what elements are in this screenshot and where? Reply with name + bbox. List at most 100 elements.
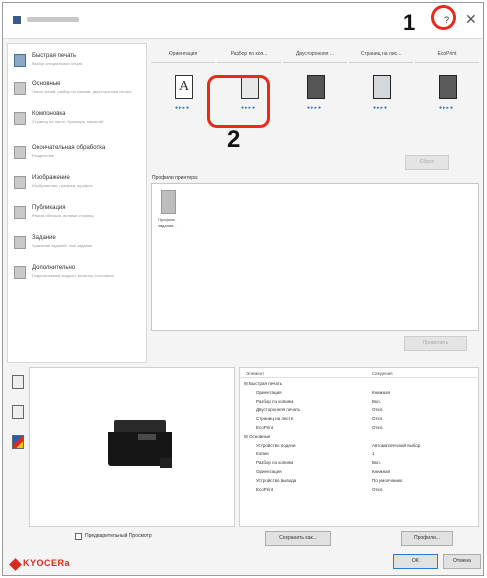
sidebar-item-label: Быстрая печать — [32, 53, 77, 59]
details-row[interactable]: EcoPrint Откл. — [240, 486, 478, 495]
reset-button[interactable]: Сброс — [405, 155, 449, 170]
finishing-icon — [14, 146, 26, 159]
duplex-tile[interactable]: ●▸▸● — [283, 69, 347, 115]
details-row-name: Устройство подачи — [256, 442, 296, 448]
details-row[interactable]: Ориентация Книжная — [240, 468, 478, 477]
printer-app-icon — [13, 16, 21, 24]
sidebar-item-finishing[interactable]: Окончательная обработка Разделение — [8, 140, 146, 172]
sidebar-item-label: Основные — [32, 81, 61, 87]
save-as-button[interactable]: Сохранить как... — [265, 531, 331, 546]
option-dots: ●▸▸● — [307, 105, 323, 111]
details-row[interactable]: Устройство подачи Автоматический выбор — [240, 442, 478, 451]
details-row[interactable]: Двусторонняя печать Откл. — [240, 406, 478, 415]
imaging-icon — [14, 176, 26, 189]
preview-toolbar — [9, 369, 27, 519]
apply-button[interactable]: Применить — [404, 336, 467, 351]
orientation-tile[interactable]: A ●▸▸● — [151, 69, 215, 115]
tab-ecoprint[interactable]: EcoPrint — [415, 51, 479, 63]
pages-per-sheet-tile[interactable]: ●▸▸● — [349, 69, 413, 115]
page-view-icon[interactable] — [12, 405, 24, 419]
sidebar-item-job[interactable]: Задание Хранение заданий, имя задания — [8, 230, 146, 262]
details-row-value: Откл. — [372, 486, 384, 492]
settings-details-table[interactable]: Элемент Сведения ⊟ Быстрая печать Ориента… — [239, 367, 479, 527]
sidebar-item-advanced[interactable]: Дополнительно Подключаемые модули, монит… — [8, 260, 146, 292]
sidebar-item-description: Число копий, разбор по копиям, двусторон… — [32, 89, 132, 94]
column-item: Элемент — [246, 371, 265, 376]
sidebar-item-imaging[interactable]: Изображение Изображение, графика, шрифты — [8, 170, 146, 202]
preview-checkbox[interactable] — [75, 533, 82, 540]
sidebar-item-layout[interactable]: Компоновка Страниц на листе, брошюра, ма… — [8, 106, 146, 138]
details-row[interactable]: Страниц на листе Откл. — [240, 415, 478, 424]
sidebar-item-description: Выбор специальных опций — [32, 61, 83, 66]
pages-per-sheet-icon — [373, 75, 391, 99]
column-info: Сведения — [372, 371, 393, 376]
sidebar-item-label: Изображение — [32, 175, 70, 181]
ok-button[interactable]: OK — [393, 554, 438, 569]
printer-preview — [29, 367, 235, 527]
details-row[interactable]: Устройство вывода По умолчанию — [240, 477, 478, 486]
ecoprint-tile[interactable]: ●▸▸● — [415, 69, 479, 115]
advanced-icon — [14, 266, 26, 279]
printer-profiles-list[interactable]: Профиль задания... — [151, 183, 479, 331]
profile-icon — [161, 190, 176, 214]
details-row-name: Страниц на листе — [256, 416, 294, 422]
tab-orientation[interactable]: Ориентация — [151, 51, 215, 63]
sidebar-item-label: Компоновка — [32, 111, 66, 117]
sidebar-item-label: Публикация — [32, 205, 66, 211]
sidebar-item-description: Изображение, графика, шрифты — [32, 183, 93, 188]
details-row-name: Копии — [256, 451, 269, 457]
color-view-icon[interactable] — [12, 435, 24, 449]
kyocera-logo: KYOCERa — [23, 558, 71, 568]
printer-image — [108, 420, 172, 470]
details-row-value: Автоматический выбор — [372, 442, 421, 448]
details-row-name: Разбор по копиям — [256, 398, 294, 404]
details-row-name: Устройство вывода — [256, 477, 297, 483]
details-row-name: ⊟ Основные — [244, 433, 271, 439]
sidebar: Быстрая печать Выбор специальных опций О… — [7, 43, 147, 363]
quick-print-tabs: Ориентация Разбор по коп... Двусторонняя… — [151, 51, 479, 65]
tab-pages-per-sheet[interactable]: Страниц на лис... — [349, 51, 413, 63]
details-row-name: Разбор по копиям — [256, 460, 294, 466]
details-row-name: EcoPrint — [256, 486, 274, 492]
profiles-button[interactable]: Профили... — [401, 531, 453, 546]
ecoprint-icon — [439, 75, 457, 99]
tab-collate[interactable]: Разбор по коп... — [217, 51, 281, 63]
sidebar-item-publishing[interactable]: Публикация Режим обложки, вставка страни… — [8, 200, 146, 232]
kyocera-logo-icon — [9, 558, 22, 571]
details-row-value: Вкл. — [372, 460, 381, 466]
job-icon — [14, 236, 26, 249]
details-row-name: Ориентация — [256, 389, 282, 395]
cancel-button[interactable]: Отмена — [443, 554, 481, 569]
printer-view-icon[interactable] — [12, 375, 24, 389]
details-row-value: Книжная — [372, 469, 391, 474]
layout-icon — [14, 112, 26, 125]
details-row[interactable]: EcoPrint Откл. — [240, 424, 478, 433]
collate-callout-ring — [207, 75, 270, 128]
details-row[interactable]: Разбор по копиям Вкл. — [240, 459, 478, 468]
details-row[interactable]: Разбор по копиям Вкл. — [240, 398, 478, 407]
close-icon[interactable]: ✕ — [465, 12, 477, 26]
details-header: Элемент Сведения — [240, 368, 478, 378]
tab-duplex[interactable]: Двусторонняя ... — [283, 51, 347, 63]
details-row[interactable]: ⊟ Быстрая печать — [240, 380, 478, 389]
callout-number-1: 1 — [403, 10, 416, 35]
sidebar-item-description: Страниц на листе, брошюра, масштаб — [32, 119, 104, 124]
details-row-value: Книжная — [372, 389, 391, 395]
bottom-bar: Предварительный Просмотр Сохранить как..… — [3, 527, 483, 549]
help-callout-ring — [431, 5, 456, 30]
details-row-value: Вкл. — [372, 398, 381, 404]
details-row[interactable]: Копии 1 — [240, 450, 478, 459]
option-dots: ●▸▸● — [373, 105, 389, 111]
details-row-name: Ориентация — [256, 469, 282, 474]
details-row-name: ⊟ Быстрая печать — [244, 381, 283, 386]
sidebar-item-basic[interactable]: Основные Число копий, разбор по копиям, … — [8, 76, 146, 108]
details-row[interactable]: ⊟ Основные — [240, 433, 478, 442]
option-dots: ●▸▸● — [439, 105, 455, 111]
profile-item[interactable]: Профиль задания... — [158, 190, 190, 229]
preview-checkbox-label: Предварительный Просмотр — [85, 533, 152, 539]
portrait-orientation-icon: A — [175, 75, 193, 99]
details-row[interactable]: Ориентация Книжная — [240, 389, 478, 398]
details-row-name: EcoPrint — [256, 425, 274, 430]
sidebar-item-label: Дополнительно — [32, 265, 76, 271]
printer-profiles-label: Профили принтера: — [152, 175, 199, 181]
